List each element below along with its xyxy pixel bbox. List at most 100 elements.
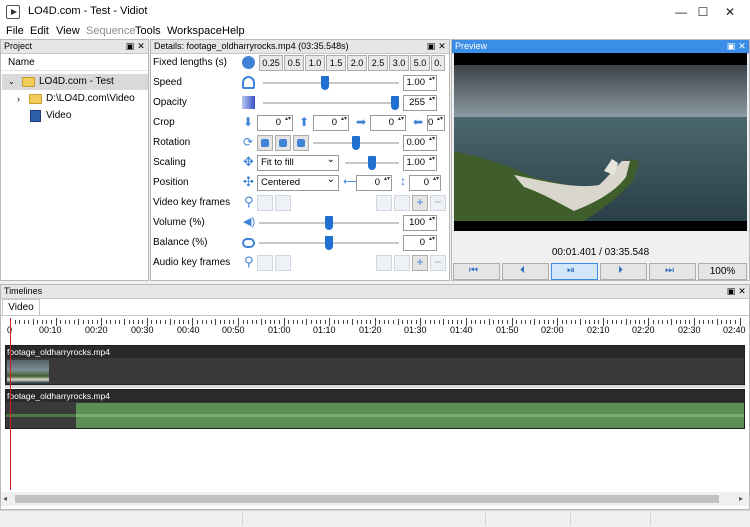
menu-view[interactable]: View (56, 25, 80, 37)
menu-file[interactable]: File (6, 25, 24, 37)
position-x-input[interactable]: 0 (356, 175, 392, 191)
undock-icon[interactable]: ▣ (125, 41, 135, 52)
tree-item-project-root[interactable]: ⌄ LO4D.com - Test (2, 74, 148, 90)
length-button-0-25[interactable]: 0.25 (259, 55, 283, 71)
video-clip[interactable]: footage_oldharryrocks.mp4 (5, 345, 745, 385)
length-button-2-0[interactable]: 2.0 (347, 55, 367, 71)
rotate-right-button[interactable] (293, 135, 309, 151)
length-button-2-5[interactable]: 2.5 (368, 55, 388, 71)
ruler-tick (315, 320, 317, 324)
undock-icon[interactable]: ▣ (726, 41, 736, 52)
speed-input[interactable]: 1.00 (403, 75, 437, 91)
ruler-tick (51, 320, 53, 324)
length-button-3-0[interactable]: 3.0 (389, 55, 409, 71)
audio-clip[interactable]: footage_oldharryrocks.mp4 (5, 389, 745, 429)
add-audio-keyframe-button[interactable]: + (412, 255, 428, 271)
rotation-input[interactable]: 0.00 (403, 135, 437, 151)
close-icon[interactable]: ✕ (437, 41, 447, 52)
balance-slider-thumb[interactable] (325, 236, 333, 250)
ruler-tick (105, 320, 107, 324)
timeline-scrollbar[interactable]: ◂ ▸ (1, 492, 749, 506)
menu-workspace[interactable]: Workspace (167, 25, 222, 37)
last-audio-keyframe-button[interactable] (394, 255, 410, 271)
go-to-end-button[interactable]: ⏭ (649, 263, 696, 280)
next-keyframe-button[interactable] (275, 195, 291, 211)
collapse-chevron-icon[interactable]: › (17, 91, 20, 107)
tree-item-sequence[interactable]: Video (2, 108, 148, 124)
tree-item-video-folder[interactable]: › D:\LO4D.com\Video (2, 91, 148, 107)
ruler-tick (429, 320, 431, 324)
ruler-tick (69, 320, 71, 324)
menu-edit[interactable]: Edit (30, 25, 49, 37)
ruler-tick (621, 320, 623, 324)
length-button-more[interactable]: 0. (431, 55, 445, 71)
first-keyframe-button[interactable] (376, 195, 392, 211)
remove-keyframe-button[interactable]: − (430, 195, 446, 211)
ruler-tick (502, 320, 504, 324)
volume-slider-thumb[interactable] (325, 216, 333, 230)
last-keyframe-button[interactable] (394, 195, 410, 211)
next-frame-button[interactable]: ⏵ (600, 263, 647, 280)
opacity-slider-thumb[interactable] (391, 96, 399, 110)
menu-tools[interactable]: Tools (135, 25, 161, 37)
add-keyframe-button[interactable]: + (412, 195, 428, 211)
go-to-start-button[interactable]: ⏮ (453, 263, 500, 280)
ruler-label: 02:20 (632, 325, 655, 335)
close-icon[interactable]: ✕ (136, 41, 146, 52)
preview-frame-image (454, 53, 747, 231)
fixed-lengths-label: Fixed lengths (s) (153, 57, 227, 68)
speaker-icon: ◀) (243, 216, 256, 228)
crop-bottom-input[interactable]: 0 (427, 115, 445, 131)
name-column-header[interactable]: Name (2, 55, 148, 71)
menu-sequence[interactable]: Sequence (86, 25, 136, 37)
scroll-right-icon[interactable]: ▸ (739, 494, 743, 503)
position-select[interactable]: Centered (257, 173, 339, 191)
rotation-slider-thumb[interactable] (352, 136, 360, 150)
previous-audio-keyframe-button[interactable] (257, 255, 273, 271)
mirror-button[interactable] (257, 135, 273, 151)
previous-keyframe-button[interactable] (257, 195, 273, 211)
expand-chevron-icon[interactable]: ⌄ (8, 74, 15, 90)
close-icon[interactable]: ✕ (737, 286, 747, 297)
first-audio-keyframe-button[interactable] (376, 255, 392, 271)
position-y-input[interactable]: 0 (409, 175, 441, 191)
undock-icon[interactable]: ▣ (726, 286, 736, 297)
balance-icon (242, 238, 255, 248)
ruler-tick (87, 320, 89, 324)
crop-left-input[interactable]: 0 (313, 115, 349, 131)
zoom-level[interactable]: 100% (698, 263, 747, 280)
speed-slider-thumb[interactable] (320, 76, 329, 90)
opacity-slider[interactable] (263, 102, 399, 104)
tab-video[interactable]: Video (2, 299, 40, 316)
menu-help[interactable]: Help (222, 25, 245, 37)
next-audio-keyframe-button[interactable] (275, 255, 291, 271)
undock-icon[interactable]: ▣ (426, 41, 436, 52)
opacity-input[interactable]: 255 (403, 95, 437, 111)
crop-top-input[interactable]: 0 (257, 115, 293, 131)
volume-input[interactable]: 100 (403, 215, 437, 231)
length-button-1-0[interactable]: 1.0 (305, 55, 325, 71)
details-panel: Details: footage_oldharryrocks.mp4 (03:3… (150, 39, 450, 281)
scroll-left-icon[interactable]: ◂ (3, 494, 7, 503)
ruler-tick (456, 320, 458, 324)
playhead-cursor[interactable] (10, 318, 11, 490)
previous-frame-button[interactable]: ⏴ (502, 263, 549, 280)
remove-audio-keyframe-button[interactable]: − (430, 255, 446, 271)
ruler-tick (379, 320, 381, 324)
scrollbar-thumb[interactable] (15, 495, 719, 503)
crop-right-input[interactable]: 0 (370, 115, 406, 131)
play-pause-button[interactable]: ⏯ (551, 263, 598, 280)
scaling-input[interactable]: 1.00 (403, 155, 437, 171)
balance-input[interactable]: 0 (403, 235, 437, 251)
length-button-0-5[interactable]: 0.5 (284, 55, 304, 71)
scaling-select[interactable]: Fit to fill (257, 153, 339, 171)
length-button-5-0[interactable]: 5.0 (410, 55, 430, 71)
speed-slider[interactable] (263, 82, 399, 84)
scaling-slider-thumb[interactable] (368, 156, 376, 170)
close-icon[interactable]: ✕ (737, 41, 747, 52)
rotate-left-button[interactable] (275, 135, 291, 151)
length-button-1-5[interactable]: 1.5 (326, 55, 346, 71)
close-button[interactable]: ✕ (710, 0, 750, 24)
skip-end-icon: ⏭ (665, 265, 674, 276)
video-preview[interactable] (454, 53, 747, 231)
